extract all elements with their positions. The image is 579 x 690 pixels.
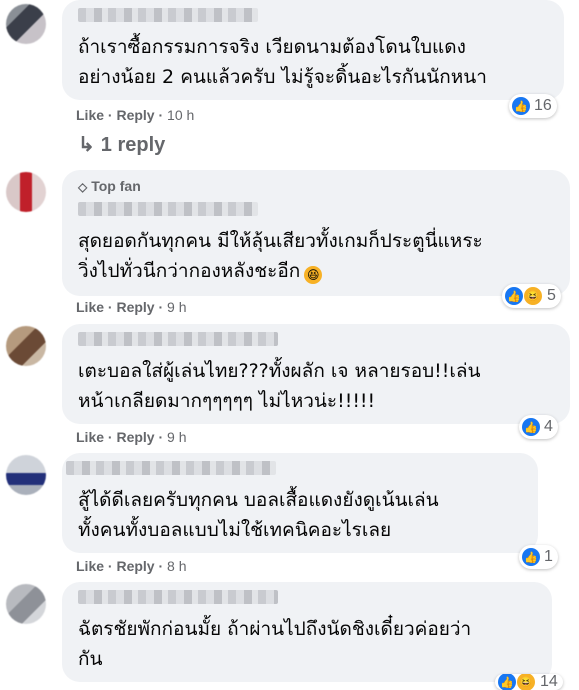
comment-bubble: สู้ได้ดีเลยครับทุกคน บอลเสื้อแดงยังดูเน้… [62,453,538,553]
like-reaction-icon: 👍 [522,418,540,436]
like-link[interactable]: Like [76,299,104,315]
author-name-blurred[interactable] [78,332,278,346]
timestamp[interactable]: 10 h [167,107,194,123]
comment-bubble: ◇ Top fan สุดยอดกันทุกคน มีให้ลุ้นเสียวทั… [62,170,570,296]
haha-reaction-icon: 😆 [523,286,543,306]
timestamp[interactable]: 8 h [167,558,186,574]
view-replies-link[interactable]: ↳ 1 reply [78,132,165,157]
reaction-count: 4 [544,418,553,435]
timestamp[interactable]: 9 h [167,429,186,445]
comment-bubble: เตะบอลใส่ผู้เล่นไทย???ทั้งผลัก เจ หลายรอ… [62,324,570,424]
like-link[interactable]: Like [76,107,104,123]
avatar[interactable] [6,584,46,624]
laughing-emoji-icon: 😆 [304,266,323,284]
reply-link[interactable]: Reply [116,299,154,315]
comment-text: สู้ได้ดีเลยครับทุกคน บอลเสื้อแดงยังดูเน้… [78,489,439,541]
reaction-summary[interactable]: 👍 16 [509,94,557,118]
reaction-summary[interactable]: 👍 😆 14 [495,674,563,690]
like-reaction-icon: 👍 [512,97,530,115]
comment-text: สุดยอดกันทุกคน มีให้ลุ้นเสียวทั้งเกมก็ปร… [78,230,483,284]
like-reaction-icon: 👍 [498,674,516,690]
comment-actions: Like · Reply · 8 h [76,558,187,574]
comment-text: เตะบอลใส่ผู้เล่นไทย???ทั้งผลัก เจ หลายรอ… [78,360,481,412]
comment-text: ฉัตรชัยพักก่อนมั้ย ถ้าผ่านไปถึงนัดชิงเดี… [78,618,472,670]
like-link[interactable]: Like [76,429,104,445]
avatar[interactable] [6,172,46,212]
comment-bubble: ฉัตรชัยพักก่อนมั้ย ถ้าผ่านไปถึงนัดชิงเดี… [62,582,552,682]
author-name-blurred[interactable] [78,8,258,22]
like-link[interactable]: Like [76,558,104,574]
timestamp[interactable]: 9 h [167,299,186,315]
haha-reaction-icon: 😆 [516,674,536,690]
reply-arrow-icon: ↳ [78,134,95,156]
diamond-icon: ◇ [78,180,88,194]
comment-bubble: ถ้าเราซื้อกรรมการจริง เวียดนามต้องโดนใบแ… [62,0,564,100]
reaction-summary[interactable]: 👍 😆 5 [502,284,561,308]
view-replies-label: 1 reply [100,134,166,156]
top-fan-badge: ◇ Top fan [78,178,141,194]
like-reaction-icon: 👍 [522,548,540,566]
avatar[interactable] [6,4,46,44]
reaction-summary[interactable]: 👍 1 [519,545,558,569]
author-name-blurred[interactable] [78,590,278,604]
reply-link[interactable]: Reply [116,107,154,123]
reaction-count: 5 [547,287,556,304]
reaction-summary[interactable]: 👍 4 [519,415,558,439]
reply-link[interactable]: Reply [116,558,154,574]
like-reaction-icon: 👍 [505,287,523,305]
comment-actions: Like · Reply · 9 h [76,299,187,315]
avatar[interactable] [6,455,46,495]
avatar[interactable] [6,326,46,366]
author-name-blurred[interactable] [78,202,258,216]
comment-actions: Like · Reply · 9 h [76,429,187,445]
author-name-blurred[interactable] [66,461,276,475]
reaction-count: 14 [540,674,558,690]
comment-actions: Like · Reply · 10 h [76,107,195,123]
reaction-count: 1 [544,548,553,565]
reaction-count: 16 [534,97,552,114]
comment-text: ถ้าเราซื้อกรรมการจริง เวียดนามต้องโดนใบแ… [78,36,487,88]
reply-link[interactable]: Reply [116,429,154,445]
